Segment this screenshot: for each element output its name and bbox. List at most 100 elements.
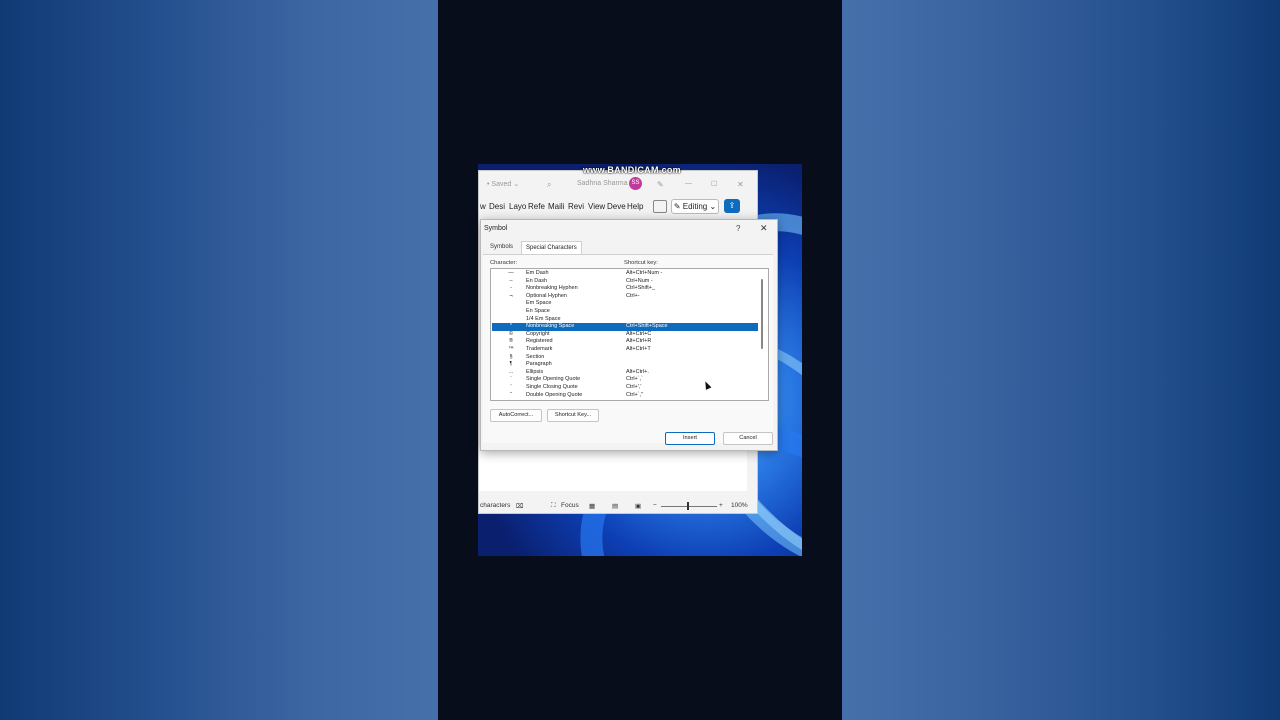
background-right bbox=[842, 0, 1280, 720]
close-icon[interactable]: ✕ bbox=[737, 180, 744, 189]
search-icon[interactable]: ⌕ bbox=[547, 180, 551, 190]
list-item[interactable]: ‘ Single Opening Quote Ctrl+`,` bbox=[492, 376, 758, 384]
focus-label[interactable]: Focus bbox=[561, 502, 579, 509]
cancel-button[interactable]: Cancel bbox=[723, 432, 773, 445]
tab-symbols[interactable]: Symbols bbox=[486, 241, 517, 254]
read-mode-icon[interactable]: ▦ bbox=[589, 502, 595, 510]
ribbon-tab-help[interactable]: Help bbox=[627, 202, 643, 211]
character-name: Single Opening Quote bbox=[526, 376, 581, 383]
shortcut-key-button[interactable]: Shortcut Key... bbox=[547, 409, 599, 422]
character-count[interactable]: characters bbox=[480, 502, 510, 509]
list-item[interactable]: § Section bbox=[492, 354, 758, 362]
pen-icon[interactable]: ✎ bbox=[657, 180, 664, 189]
status-bar: characters ⌧ ⛶ Focus ▦ ▤ ▣ − + 100% bbox=[479, 499, 757, 513]
document-canvas[interactable] bbox=[479, 447, 747, 491]
character-name: En Dash bbox=[526, 277, 548, 284]
pencil-icon: ✎ bbox=[673, 202, 683, 211]
character-glyph: – bbox=[509, 277, 513, 284]
character-glyph: ® bbox=[508, 338, 514, 345]
list-item[interactable]: – En Dash Ctrl+Num - bbox=[492, 278, 758, 286]
ribbon-tab-layout[interactable]: Layo bbox=[509, 202, 526, 211]
character-name: Trademark bbox=[526, 346, 553, 352]
help-icon[interactable]: ? bbox=[736, 224, 740, 233]
special-characters-panel: Character: Shortcut key: — Em Dash Alt+Ctr… bbox=[483, 254, 773, 445]
zoom-slider[interactable] bbox=[661, 506, 717, 507]
tab-special-characters[interactable]: Special Characters bbox=[521, 241, 582, 255]
character-name: Registered bbox=[526, 338, 553, 345]
special-characters-list[interactable]: — Em Dash Alt+Ctrl+Num - – En Dash Ctrl+Num -… bbox=[490, 268, 769, 401]
character-glyph: … bbox=[508, 368, 514, 375]
avatar[interactable]: SS bbox=[629, 177, 642, 190]
character-glyph: “ bbox=[510, 391, 512, 398]
print-layout-icon[interactable]: ▤ bbox=[612, 502, 618, 510]
list-item[interactable]: Em Space bbox=[492, 300, 758, 308]
ribbon-tab-design[interactable]: Desi bbox=[489, 202, 505, 211]
ribbon-tab-references[interactable]: Refe bbox=[528, 202, 545, 211]
list-item[interactable]: ® Registered Alt+Ctrl+R bbox=[492, 338, 758, 346]
list-item[interactable]: ’ Single Closing Quote Ctrl+',' bbox=[492, 384, 758, 392]
ribbon-tab-review[interactable]: Revi bbox=[568, 202, 584, 211]
shortcut-key: Ctrl+',' bbox=[626, 384, 642, 390]
ribbon-tab-developer[interactable]: Deve bbox=[607, 202, 626, 211]
close-icon[interactable]: ✕ bbox=[760, 223, 768, 234]
minimize-icon[interactable]: — bbox=[685, 180, 692, 187]
shortcut-column-header: Shortcut key: bbox=[624, 260, 658, 266]
character-glyph: ¬ bbox=[509, 292, 513, 299]
character-name: Copyright bbox=[526, 330, 550, 337]
shortcut-key: Ctrl+Shift+_ bbox=[626, 285, 656, 292]
character-glyph: ™ bbox=[508, 346, 514, 352]
ribbon-tab-mailings[interactable]: Maili bbox=[548, 202, 564, 211]
character-glyph: ° bbox=[509, 323, 513, 330]
share-icon[interactable]: ⇪ bbox=[724, 199, 740, 213]
insert-button[interactable]: Insert bbox=[665, 432, 715, 445]
list-item[interactable]: ™ Trademark Alt+Ctrl+T bbox=[492, 346, 758, 354]
zoom-slider-thumb[interactable] bbox=[687, 502, 689, 510]
character-glyph: ‘ bbox=[510, 376, 512, 383]
character-name: Double Opening Quote bbox=[526, 391, 583, 398]
focus-icon[interactable]: ⛶ bbox=[551, 502, 556, 510]
bandicam-watermark: www.BANDICAM.com bbox=[583, 165, 681, 175]
character-glyph: § bbox=[509, 353, 513, 360]
character-name: 1/4 Em Space bbox=[526, 315, 561, 322]
zoom-level[interactable]: 100% bbox=[731, 502, 748, 509]
list-item[interactable]: … Ellipsis Alt+Ctrl+. bbox=[492, 369, 758, 377]
comments-icon[interactable] bbox=[653, 200, 667, 213]
proofing-icon[interactable]: ⌧ bbox=[516, 502, 524, 510]
list-item[interactable]: © Copyright Alt+Ctrl+C bbox=[492, 331, 758, 339]
list-item[interactable]: 1/4 Em Space bbox=[492, 316, 758, 324]
character-name: Paragraph bbox=[526, 361, 552, 368]
list-scrollbar[interactable] bbox=[761, 279, 763, 349]
character-name: Nonbreaking Hyphen bbox=[526, 285, 578, 292]
saved-status[interactable]: • Saved ⌄ bbox=[487, 180, 519, 188]
web-layout-icon[interactable]: ▣ bbox=[635, 502, 641, 510]
character-glyph: — bbox=[508, 270, 514, 276]
ribbon-tab-view[interactable]: View bbox=[588, 202, 605, 211]
ribbon: w Desi Layo Refe Maili Revi View Deve He… bbox=[479, 199, 757, 215]
user-name[interactable]: Sadhna Sharma bbox=[577, 180, 628, 187]
background-left bbox=[0, 0, 438, 720]
list-item[interactable]: ¶ Paragraph bbox=[492, 361, 758, 369]
editing-label: Editing ⌄ bbox=[682, 202, 717, 211]
list-item[interactable]: En Space bbox=[492, 308, 758, 316]
character-name: Optional Hyphen bbox=[526, 292, 567, 299]
shortcut-key: Ctrl+Num - bbox=[626, 277, 653, 284]
character-column-header: Character: bbox=[490, 260, 518, 266]
zoom-out-icon[interactable]: − bbox=[653, 502, 657, 509]
list-item[interactable]: ° Nonbreaking Space Ctrl+Shift+Space bbox=[492, 323, 758, 331]
shortcut-key: Alt+Ctrl+. bbox=[626, 368, 649, 375]
shortcut-key: Ctrl+`,` bbox=[626, 376, 643, 383]
autocorrect-button[interactable]: AutoCorrect... bbox=[490, 409, 542, 422]
list-item[interactable]: ¬ Optional Hyphen Ctrl+- bbox=[492, 293, 758, 301]
list-item[interactable]: — Em Dash Alt+Ctrl+Num - bbox=[492, 270, 758, 278]
character-glyph: ¶ bbox=[509, 361, 513, 368]
dialog-title: Symbol bbox=[484, 225, 508, 232]
list-item[interactable]: “ Double Opening Quote Ctrl+`," bbox=[492, 392, 758, 400]
shortcut-key: Alt+Ctrl+C bbox=[626, 330, 652, 337]
zoom-in-icon[interactable]: + bbox=[719, 502, 723, 509]
character-name: Ellipsis bbox=[526, 368, 544, 375]
maximize-icon[interactable]: ☐ bbox=[711, 180, 717, 188]
list-item[interactable]: - Nonbreaking Hyphen Ctrl+Shift+_ bbox=[492, 285, 758, 293]
editing-mode-button[interactable]: ✎ Editing ⌄ bbox=[671, 199, 719, 214]
shortcut-key: Ctrl+- bbox=[626, 292, 640, 299]
ribbon-tab-view-partial[interactable]: w bbox=[480, 202, 486, 211]
